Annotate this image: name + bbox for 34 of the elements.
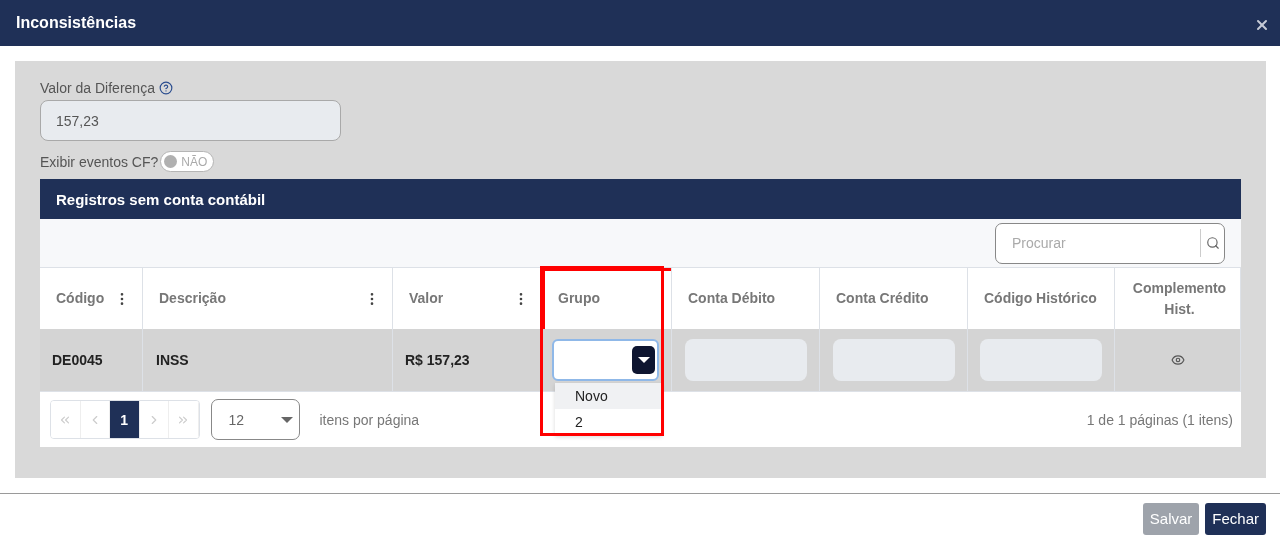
column-label: Código Histórico: [984, 289, 1097, 308]
account-field[interactable]: [980, 339, 1102, 381]
column-label: Valor: [409, 289, 444, 308]
page-summary: 1 de 1 páginas (1 itens): [1086, 411, 1233, 428]
table-cell: DE0045: [52, 352, 103, 368]
page-size-select[interactable]: 12: [210, 399, 300, 440]
dropdown-option[interactable]: Novo: [555, 383, 662, 409]
page-size-label: itens por página: [319, 411, 420, 428]
search-icon: [1205, 235, 1220, 250]
toggle-label: Exibir eventos CF?: [40, 153, 159, 170]
table-cell: INSS: [156, 352, 189, 368]
field-label: Valor da Diferença: [40, 80, 155, 96]
difference-field[interactable]: 157,23: [40, 100, 341, 141]
caret-icon: [632, 346, 655, 374]
close-button[interactable]: [1254, 17, 1270, 33]
column-label: Conta Débito: [688, 289, 776, 308]
account-field[interactable]: [684, 339, 807, 381]
view-icon[interactable]: [1170, 353, 1185, 367]
column-label: Complemento Hist.: [1131, 278, 1228, 319]
grid-title: Registros sem conta contábil: [56, 190, 266, 208]
dialog-title: Inconsistências: [16, 14, 137, 32]
caret-icon: [280, 416, 293, 423]
column-label: Conta Crédito: [836, 289, 929, 308]
close-icon: [1254, 17, 1270, 33]
footer-button[interactable]: Fechar: [1205, 502, 1266, 535]
column-label: Grupo: [558, 289, 600, 308]
help-icon[interactable]: [158, 81, 173, 95]
column-label: Descrição: [159, 289, 226, 308]
account-field[interactable]: [832, 339, 955, 381]
search-field[interactable]: Procurar: [995, 222, 1225, 264]
pager-button[interactable]: 1: [110, 401, 140, 438]
table-cell: R$ 157,23: [405, 352, 470, 368]
column-label: Código: [56, 289, 105, 308]
group-select[interactable]: [552, 339, 659, 381]
